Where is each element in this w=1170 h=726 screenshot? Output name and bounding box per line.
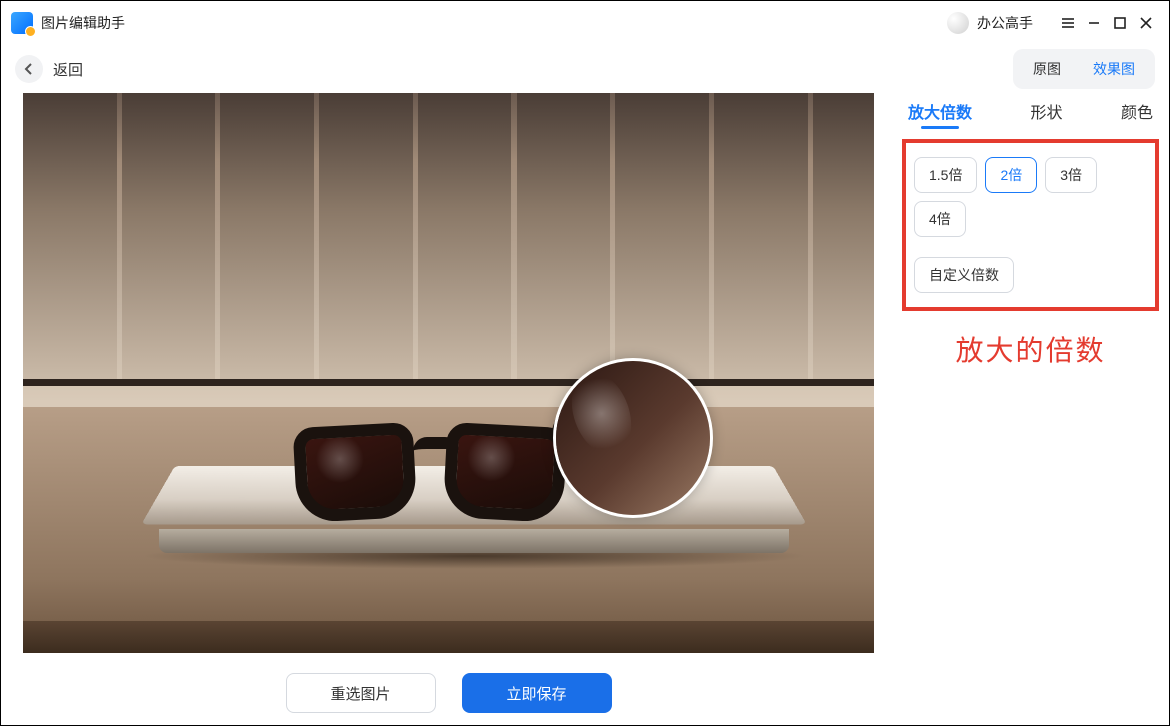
avatar[interactable] [947,12,969,34]
zoom-1-5x-button[interactable]: 1.5倍 [914,157,977,193]
edited-image [23,93,874,653]
magnifier-lens[interactable] [553,358,713,518]
sunglasses-graphic [295,407,595,547]
back-label: 返回 [53,59,83,80]
zoom-3x-button[interactable]: 3倍 [1045,157,1097,193]
view-effect-button[interactable]: 效果图 [1077,53,1151,85]
minimize-icon[interactable] [1081,10,1107,36]
menu-icon[interactable] [1055,10,1081,36]
sub-bar: 返回 原图 效果图 [1,45,1169,93]
annotation-label: 放大的倍数 [902,329,1159,369]
save-button[interactable]: 立即保存 [462,673,612,713]
image-canvas[interactable] [1,93,896,661]
zoom-2x-button[interactable]: 2倍 [985,157,1037,193]
user-name: 办公高手 [977,13,1033,33]
maximize-icon[interactable] [1107,10,1133,36]
app-icon [11,12,33,34]
title-bar: 图片编辑助手 办公高手 [1,1,1169,45]
tab-shape[interactable]: 形状 [1030,99,1062,129]
tab-zoom[interactable]: 放大倍数 [908,99,972,129]
back-button[interactable] [15,55,43,83]
reselect-image-button[interactable]: 重选图片 [286,673,436,713]
close-icon[interactable] [1133,10,1159,36]
tab-color[interactable]: 颜色 [1121,99,1153,129]
view-toggle: 原图 效果图 [1013,49,1155,89]
zoom-custom-button[interactable]: 自定义倍数 [914,257,1014,293]
app-title: 图片编辑助手 [41,13,125,33]
view-original-button[interactable]: 原图 [1017,53,1077,85]
zoom-4x-button[interactable]: 4倍 [914,201,966,237]
annotation-box: 1.5倍 2倍 3倍 4倍 自定义倍数 [902,139,1159,311]
settings-panel: 放大倍数 形状 颜色 1.5倍 2倍 3倍 4倍 自定义倍数 放大的倍数 [896,93,1169,725]
